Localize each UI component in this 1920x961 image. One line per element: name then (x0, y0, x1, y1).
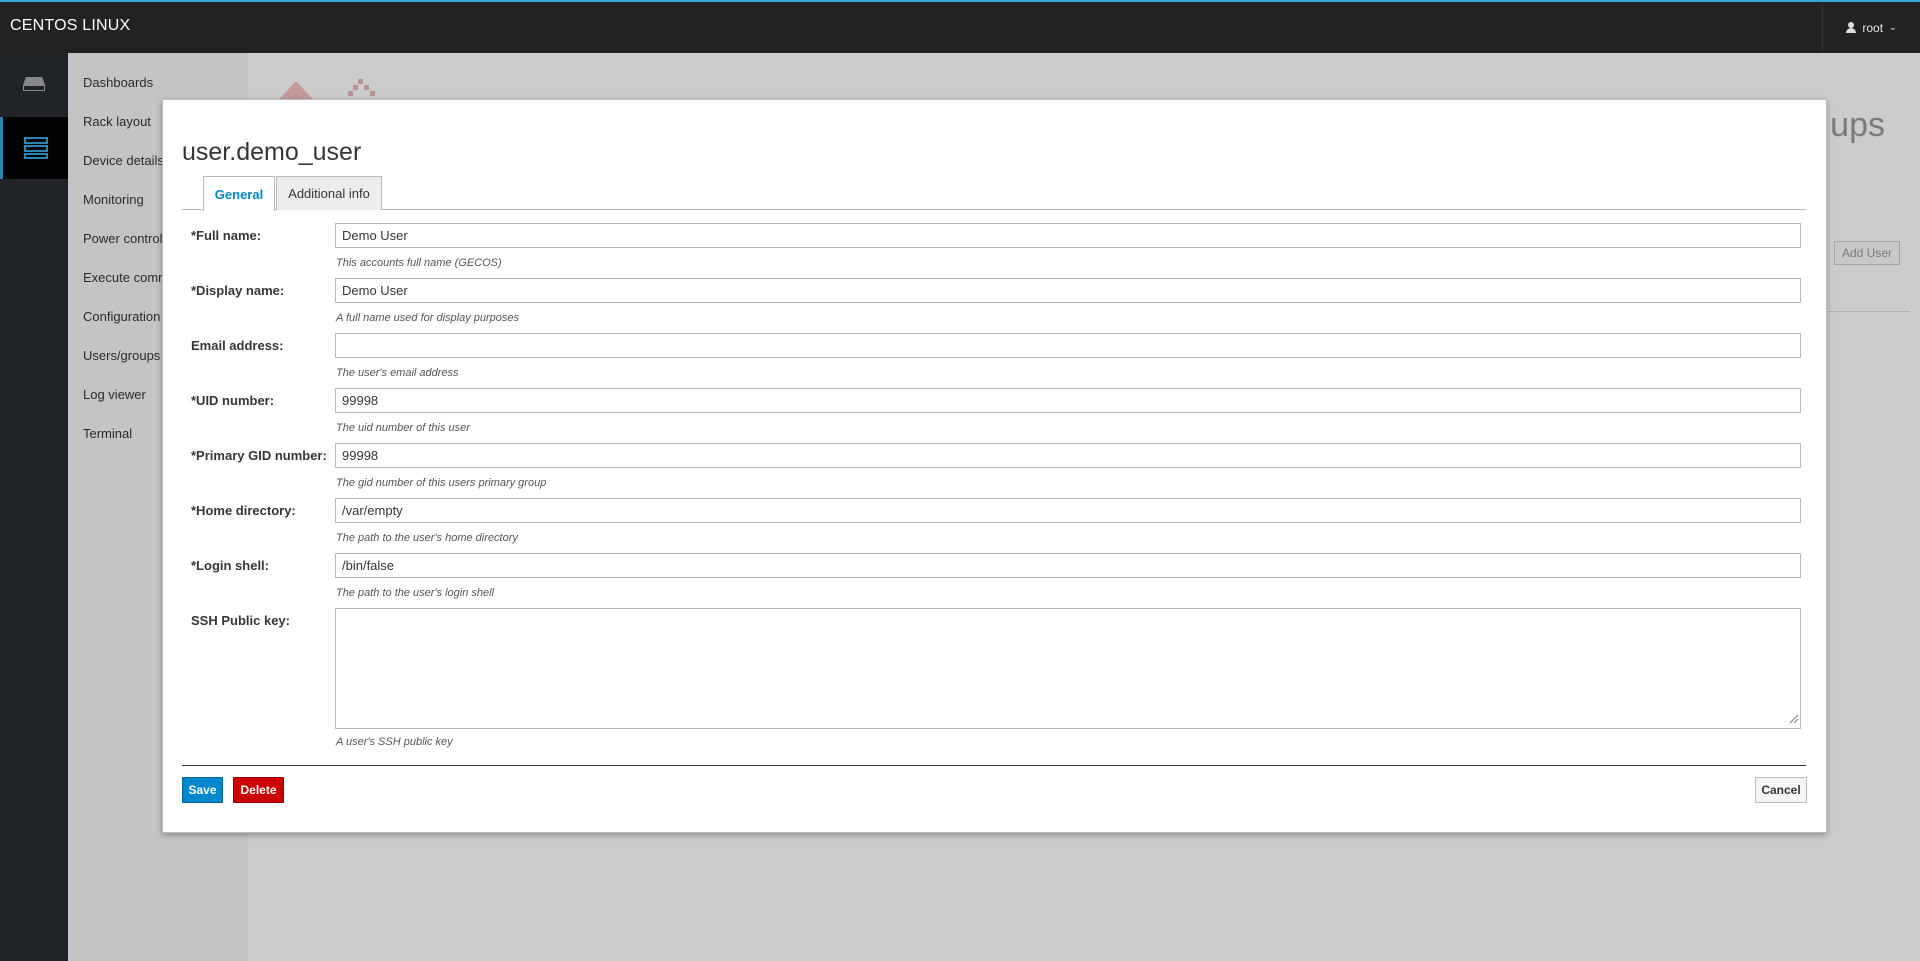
full-name-help: This accounts full name (GECOS) (336, 257, 502, 269)
tab-general[interactable]: General (203, 176, 275, 211)
user-name: root (1862, 20, 1884, 35)
login-shell-input[interactable] (335, 553, 1801, 578)
footer-divider (182, 765, 1806, 766)
email-help: The user's email address (336, 367, 459, 379)
user-dialog: user.demo_user General Additional info *… (162, 99, 1827, 833)
tab-additional-info[interactable]: Additional info (276, 176, 382, 210)
home-directory-label: *Home directory: (191, 503, 296, 518)
login-shell-help: The path to the user's login shell (336, 587, 495, 599)
chevron-down-icon: ⌄ (1889, 22, 1897, 32)
save-button[interactable]: Save (182, 777, 223, 803)
gid-label: *Primary GID number: (191, 448, 327, 463)
gid-input[interactable] (335, 443, 1801, 468)
cancel-button[interactable]: Cancel (1755, 777, 1807, 803)
ssh-key-textarea[interactable] (335, 608, 1801, 729)
tab-bar: General Additional info (182, 176, 1806, 211)
user-icon (1846, 22, 1857, 33)
user-menu[interactable]: root ⌄ (1822, 2, 1920, 53)
resize-grip-icon[interactable] (1789, 714, 1799, 724)
home-directory-input[interactable] (335, 498, 1801, 523)
uid-label: *UID number: (191, 393, 275, 408)
ssh-key-help: A user's SSH public key (336, 736, 453, 748)
delete-button[interactable]: Delete (233, 777, 284, 803)
uid-input[interactable] (335, 388, 1801, 413)
email-field[interactable] (335, 333, 1801, 358)
dialog-title: user.demo_user (182, 138, 362, 166)
home-directory-help: The path to the user's home directory (336, 532, 518, 544)
display-name-input[interactable] (335, 278, 1801, 303)
login-shell-label: *Login shell: (191, 558, 269, 573)
full-name-label: *Full name: (191, 228, 262, 243)
top-navbar: CENTOS LINUX root ⌄ (0, 0, 1920, 53)
email-label: Email address: (191, 338, 284, 353)
uid-help: The uid number of this user (336, 422, 470, 434)
brand-title: CENTOS LINUX (10, 17, 131, 34)
ssh-key-label: SSH Public key: (191, 613, 290, 628)
display-name-help: A full name used for display purposes (336, 312, 520, 324)
gid-help: The gid number of this users primary gro… (336, 477, 547, 489)
display-name-label: *Display name: (191, 283, 285, 298)
full-name-input[interactable] (335, 223, 1801, 248)
